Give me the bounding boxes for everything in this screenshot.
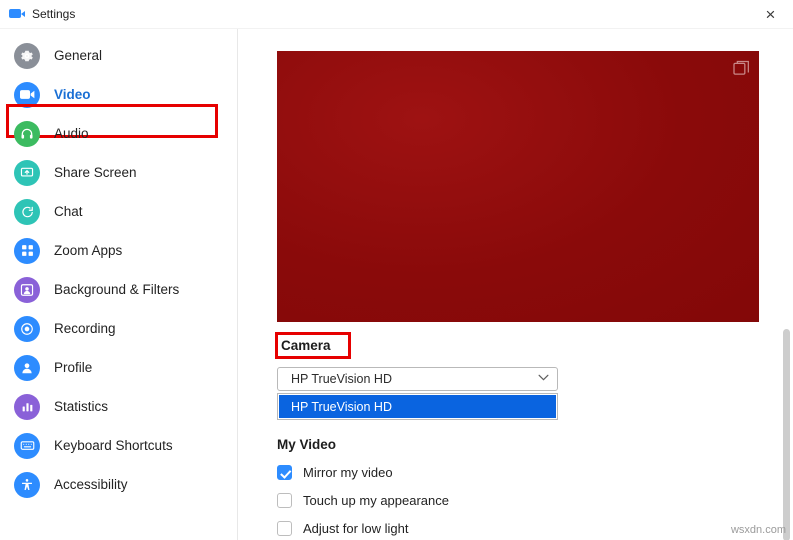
chevron-down-icon [538, 374, 549, 384]
video-settings-panel: Camera HP TrueVision HD HP TrueVision HD… [237, 29, 793, 540]
zoom-camera-icon [9, 6, 25, 22]
sidebar-item-label: Audio [54, 126, 89, 141]
sidebar-item-statistics[interactable]: Statistics [0, 387, 237, 426]
sidebar-item-label: Accessibility [54, 477, 128, 492]
bar-chart-icon [14, 393, 40, 420]
vertical-scrollbar[interactable] [783, 329, 790, 540]
camera-select[interactable]: HP TrueVision HD [277, 367, 558, 391]
adjust-low-light-row[interactable]: Adjust for low light [277, 521, 793, 536]
keyboard-icon [14, 432, 40, 459]
camera-preview [277, 51, 759, 322]
sidebar-item-share-screen[interactable]: Share Screen [0, 153, 237, 192]
sidebar-item-label: Video [54, 87, 91, 102]
camera-dropdown-list[interactable]: HP TrueVision HD [277, 393, 558, 420]
sidebar-item-video[interactable]: Video [0, 75, 237, 114]
touch-up-appearance-checkbox[interactable] [277, 493, 292, 508]
user-icon [14, 354, 40, 381]
mirror-my-video-checkbox[interactable] [277, 465, 292, 480]
sidebar-item-label: Profile [54, 360, 93, 375]
camera-dropdown-option[interactable]: HP TrueVision HD [279, 395, 556, 418]
close-icon[interactable]: × [748, 0, 793, 28]
camera-section-label: Camera [281, 338, 331, 353]
accessibility-icon [14, 471, 40, 498]
watermark: wsxdn.com [730, 524, 786, 536]
sidebar-item-label: Zoom Apps [54, 243, 123, 258]
sidebar-item-accessibility[interactable]: Accessibility [0, 465, 237, 504]
sidebar-item-keyboard-shortcuts[interactable]: Keyboard Shortcuts [0, 426, 237, 465]
mirror-my-video-label: Mirror my video [303, 465, 393, 480]
sidebar-item-audio[interactable]: Audio [0, 114, 237, 153]
headset-icon [14, 120, 40, 147]
sidebar: General Video Audio Share Screen Chat Zo… [0, 29, 237, 540]
sidebar-item-label: Background & Filters [54, 282, 180, 297]
sidebar-item-recording[interactable]: Recording [0, 309, 237, 348]
picture-in-picture-icon[interactable] [733, 60, 750, 75]
sidebar-item-label: Share Screen [54, 165, 137, 180]
adjust-low-light-checkbox[interactable] [277, 521, 292, 536]
chat-bubble-icon [14, 198, 40, 225]
gear-icon [14, 42, 40, 69]
sidebar-item-label: Statistics [54, 399, 109, 414]
window-body: General Video Audio Share Screen Chat Zo… [0, 29, 793, 540]
video-camera-icon [14, 81, 40, 108]
sidebar-item-label: Recording [54, 321, 116, 336]
share-screen-icon [14, 159, 40, 186]
camera-select-value: HP TrueVision HD [291, 372, 392, 386]
sidebar-item-label: Chat [54, 204, 83, 219]
window-title: Settings [32, 7, 76, 21]
sidebar-item-label: General [54, 48, 103, 63]
camera-section: Camera [275, 332, 351, 359]
touch-up-appearance-label: Touch up my appearance [303, 493, 449, 508]
settings-window: Settings × General Video Audio Share Scr… [0, 0, 793, 540]
person-frame-icon [14, 276, 40, 303]
touch-up-appearance-row[interactable]: Touch up my appearance [277, 493, 793, 508]
sidebar-item-label: Keyboard Shortcuts [54, 438, 173, 453]
apps-grid-icon [14, 237, 40, 264]
title-bar: Settings × [0, 0, 793, 29]
record-circle-icon [14, 315, 40, 342]
sidebar-item-general[interactable]: General [0, 36, 237, 75]
my-video-section-label: My Video [277, 437, 337, 452]
sidebar-item-zoom-apps[interactable]: Zoom Apps [0, 231, 237, 270]
sidebar-item-profile[interactable]: Profile [0, 348, 237, 387]
adjust-low-light-label: Adjust for low light [303, 521, 409, 536]
sidebar-item-background-filters[interactable]: Background & Filters [0, 270, 237, 309]
mirror-my-video-row[interactable]: Mirror my video [277, 465, 793, 480]
sidebar-item-chat[interactable]: Chat [0, 192, 237, 231]
